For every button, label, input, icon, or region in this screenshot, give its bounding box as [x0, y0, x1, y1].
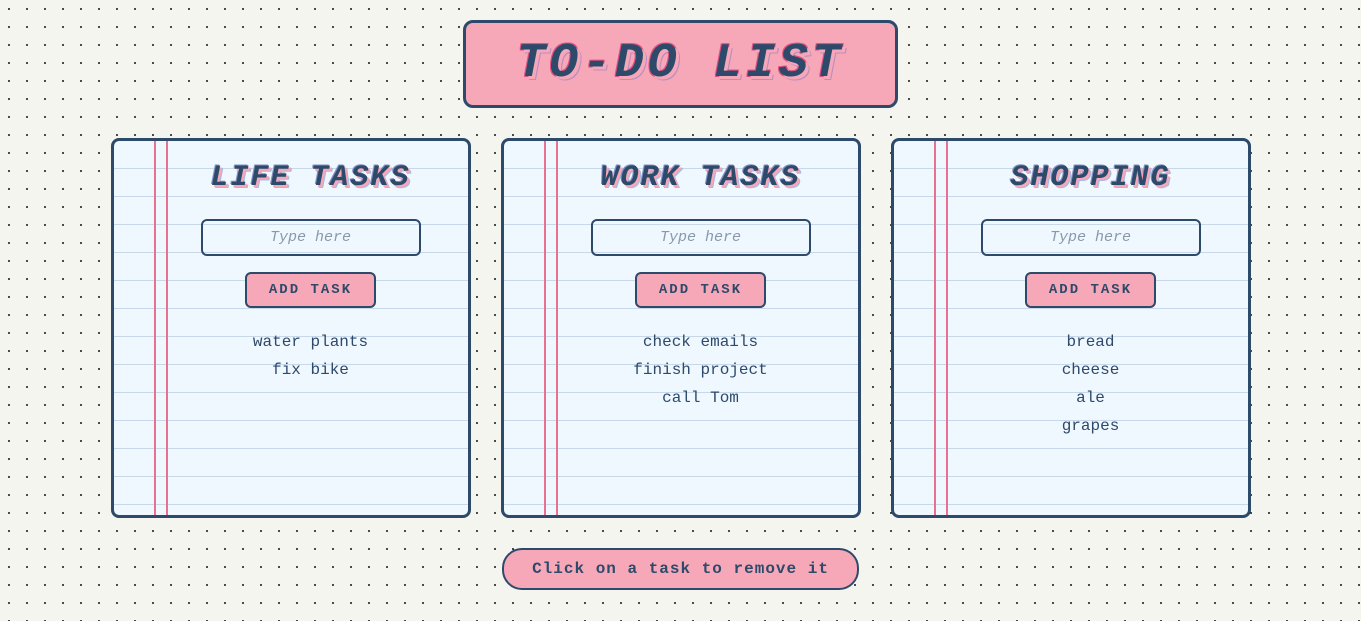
add-task-button-work[interactable]: ADD TASK [635, 272, 766, 308]
margin-line [946, 141, 948, 515]
list-item[interactable]: bread [954, 328, 1228, 356]
col-heading-life: LIFE TASKS [210, 161, 410, 195]
col-heading-work: WORK TASKS [600, 161, 800, 195]
columns-container: LIFE TASKS ADD TASK water plantsfix bike WO… [40, 138, 1321, 518]
add-task-button-life[interactable]: ADD TASK [245, 272, 376, 308]
margin-line [166, 141, 168, 515]
notebook-work: WORK TASKS ADD TASK check emailsfinish pro… [501, 138, 861, 518]
notebook-content-life: LIFE TASKS ADD TASK water plantsfix bike [174, 161, 448, 384]
app-title: TO-DO LIST [516, 37, 844, 91]
notebook-content-work: WORK TASKS ADD TASK check emailsfinish pro… [564, 161, 838, 412]
notebook-life: LIFE TASKS ADD TASK water plantsfix bike [111, 138, 471, 518]
list-item[interactable]: finish project [564, 356, 838, 384]
title-box: TO-DO LIST [463, 20, 897, 108]
col-heading-shopping: SHOPPING [1010, 161, 1170, 195]
list-item[interactable]: cheese [954, 356, 1228, 384]
list-item[interactable]: fix bike [174, 356, 448, 384]
add-task-button-shopping[interactable]: ADD TASK [1025, 272, 1156, 308]
task-list-life: water plantsfix bike [174, 328, 448, 384]
margin-line [556, 141, 558, 515]
hint-text: Click on a task to remove it [532, 560, 829, 578]
list-item[interactable]: ale [954, 384, 1228, 412]
notebook-shopping: SHOPPING ADD TASK breadcheesealegrapes [891, 138, 1251, 518]
task-input-life[interactable] [201, 219, 421, 256]
list-item[interactable]: grapes [954, 412, 1228, 440]
task-input-shopping[interactable] [981, 219, 1201, 256]
list-item[interactable]: check emails [564, 328, 838, 356]
task-list-shopping: breadcheesealegrapes [954, 328, 1228, 440]
hint-box: Click on a task to remove it [502, 548, 859, 590]
list-item[interactable]: call Tom [564, 384, 838, 412]
list-item[interactable]: water plants [174, 328, 448, 356]
notebook-content-shopping: SHOPPING ADD TASK breadcheesealegrapes [954, 161, 1228, 440]
task-list-work: check emailsfinish projectcall Tom [564, 328, 838, 412]
task-input-work[interactable] [591, 219, 811, 256]
